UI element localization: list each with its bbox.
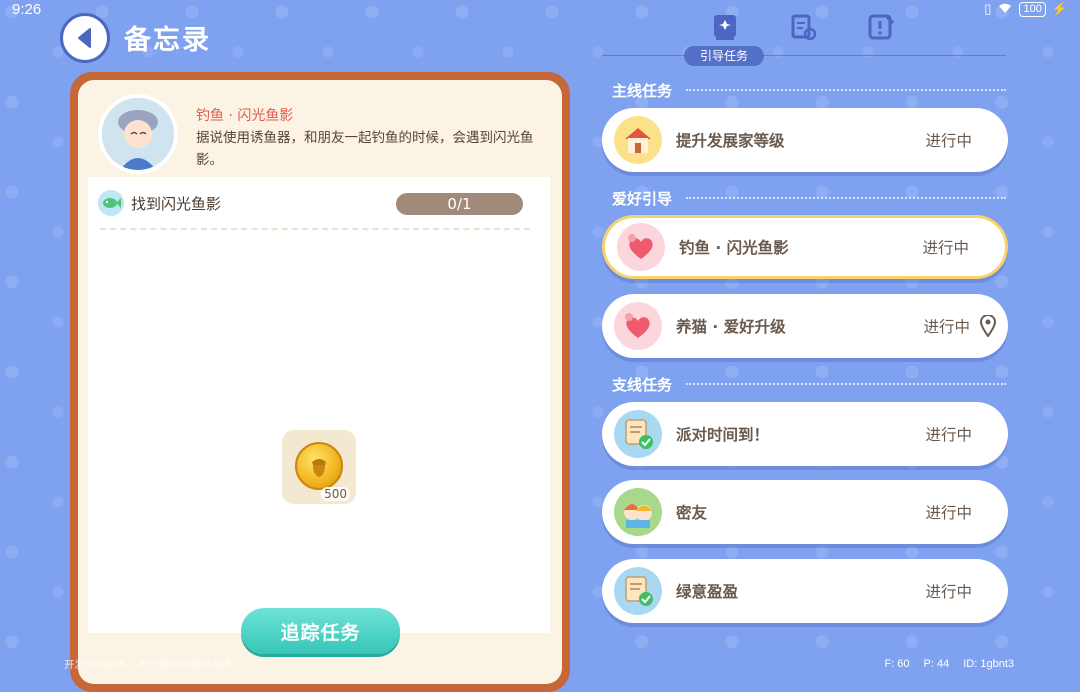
quest-name: 绿意盈盈 — [676, 583, 739, 601]
fps-readout: F: 60 — [884, 658, 910, 670]
back-arrow-icon — [78, 28, 91, 48]
wifi-icon — [997, 2, 1013, 17]
quest-name: 提升发展家等级 — [676, 132, 785, 150]
vibrate-icon: ▯ — [984, 1, 992, 16]
note-check-icon — [614, 567, 662, 615]
quest-name: 密友 — [676, 504, 708, 522]
clipboard-refresh-icon[interactable] — [788, 12, 818, 42]
quest-row-hobby-1[interactable]: 钓鱼 · 闪光鱼影 进行中 — [602, 215, 1008, 279]
quest-name: 养猫 · 爱好升级 — [676, 318, 786, 336]
quest-description: 据说使用诱鱼器，和朋友一起钓鱼的时候，会遇到闪光鱼影。 — [196, 130, 534, 168]
page-title: 备忘录 — [124, 25, 211, 56]
divider — [100, 228, 530, 230]
heart-bubble-icon — [617, 223, 665, 271]
build-disclaimer: 开发测试版本，不代表游戏最终品质 — [64, 659, 232, 671]
quest-status: 进行中 — [922, 239, 969, 257]
status-icons: ▯ 100 ⚡ — [984, 1, 1068, 17]
quest-name: 派对时间到！ — [676, 426, 770, 444]
status-time: 9:26 — [12, 1, 42, 18]
quest-detail-card: 钓鱼 · 闪光鱼影 据说使用诱鱼器，和朋友一起钓鱼的时候，会遇到闪光鱼影。 找到… — [70, 72, 570, 692]
debug-info: F: 60 P: 44 ID: 1gbnt3 — [884, 658, 1014, 670]
tabs-underline — [602, 55, 1006, 56]
acorn-coin-icon — [295, 442, 343, 490]
section-divider — [686, 197, 1006, 199]
fish-icon — [98, 190, 124, 216]
section-divider — [686, 89, 1006, 91]
quest-status: 进行中 — [925, 504, 972, 522]
quest-row-hobby-2[interactable]: 养猫 · 爱好升级 进行中 — [602, 294, 1008, 358]
ping-readout: P: 44 — [923, 658, 950, 670]
quest-status: 进行中 — [925, 583, 972, 601]
battery-icon: 100 — [1019, 1, 1046, 17]
task-progress: 0/1 — [396, 193, 523, 215]
track-quest-button[interactable]: 追踪任务 — [241, 608, 400, 654]
section-divider — [686, 383, 1006, 385]
house-icon — [614, 116, 662, 164]
notebook-warning-icon[interactable] — [866, 12, 896, 42]
npc-avatar — [98, 94, 178, 174]
section-side-title: 支线任务 — [612, 376, 673, 394]
player-id: ID: 1gbnt3 — [963, 658, 1014, 670]
tab-guide-tasks[interactable]: 引导任务 — [684, 46, 764, 66]
task-area — [88, 177, 550, 633]
location-pin-icon[interactable] — [978, 315, 998, 337]
quest-row-side-3[interactable]: 绿意盈盈 进行中 — [602, 559, 1008, 623]
quest-status: 进行中 — [925, 426, 972, 444]
section-hobby-title: 爱好引导 — [612, 190, 673, 208]
section-main-title: 主线任务 — [612, 82, 673, 100]
reward-item[interactable]: 500 — [282, 430, 356, 504]
charging-icon: ⚡ — [1051, 1, 1068, 16]
quest-status: 进行中 — [923, 318, 970, 336]
quest-row-side-2[interactable]: 密友 进行中 — [602, 480, 1008, 544]
quest-name: 钓鱼 · 闪光鱼影 — [196, 108, 294, 124]
guide-book-icon[interactable] — [710, 12, 740, 42]
quest-row-side-1[interactable]: 派对时间到！ 进行中 — [602, 402, 1008, 466]
note-check-icon — [614, 410, 662, 458]
task-label: 找到闪光鱼影 — [131, 195, 222, 213]
reward-count: 500 — [321, 487, 350, 501]
back-button[interactable] — [60, 13, 110, 63]
friends-icon — [614, 488, 662, 536]
quest-status: 进行中 — [925, 132, 972, 150]
quest-row-main-1[interactable]: 提升发展家等级 进行中 — [602, 108, 1008, 172]
heart-bubble-icon — [614, 302, 662, 350]
quest-name: 钓鱼 · 闪光鱼影 — [679, 239, 789, 257]
